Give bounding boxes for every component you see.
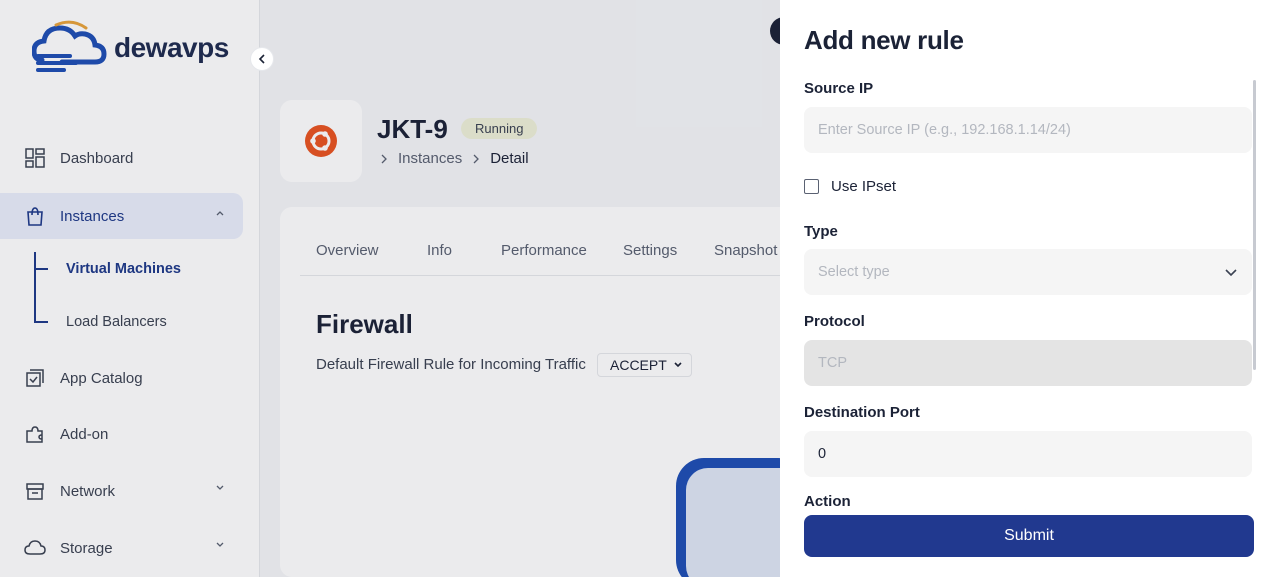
modal-backdrop[interactable] xyxy=(0,0,780,577)
use-ipset-label: Use IPset xyxy=(831,178,897,195)
destination-port-value: 0 xyxy=(818,446,827,462)
source-ip-field[interactable] xyxy=(804,107,1252,153)
protocol-field: TCP xyxy=(804,340,1252,386)
chevron-down-icon xyxy=(1225,269,1237,277)
drawer-title: Add new rule xyxy=(804,25,964,55)
source-ip-label: Source IP xyxy=(804,80,874,97)
use-ipset-row[interactable]: Use IPset xyxy=(804,178,896,195)
destination-port-field[interactable]: 0 xyxy=(804,431,1252,477)
protocol-label: Protocol xyxy=(804,313,865,330)
collapse-sidebar-button[interactable] xyxy=(250,47,274,71)
use-ipset-checkbox[interactable] xyxy=(804,179,819,194)
type-select-placeholder: Select type xyxy=(818,264,890,280)
add-rule-drawer: Add new rule Source IP Use IPset Type Se… xyxy=(780,0,1280,577)
chevron-left-icon xyxy=(258,54,265,64)
type-select[interactable]: Select type xyxy=(804,249,1252,295)
destination-port-label: Destination Port xyxy=(804,404,920,421)
submit-button[interactable]: Submit xyxy=(804,515,1254,557)
source-ip-input[interactable] xyxy=(818,122,1252,138)
type-label: Type xyxy=(804,223,838,240)
drawer-scrollbar[interactable] xyxy=(1253,80,1256,370)
action-label: Action xyxy=(804,493,851,510)
protocol-value: TCP xyxy=(818,355,847,371)
